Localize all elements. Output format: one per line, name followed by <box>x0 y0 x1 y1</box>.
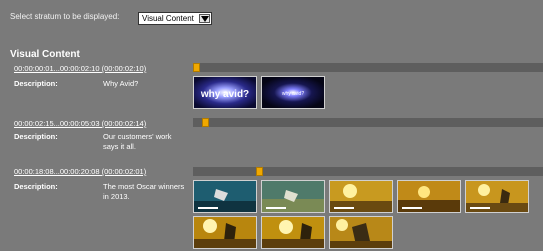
clip-thumbnail[interactable] <box>193 180 257 213</box>
timeline-marker[interactable] <box>256 167 263 176</box>
description-label: Description: <box>14 79 58 88</box>
timeline-marker[interactable] <box>202 118 209 127</box>
clip-thumbnail[interactable] <box>397 180 461 213</box>
stratum-label: Select stratum to be displayed: <box>10 12 120 21</box>
timeline-marker[interactable] <box>193 63 200 72</box>
clip-thumbnail[interactable]: why avid? <box>261 76 325 109</box>
clip-timecode-link[interactable]: 00:00:00:01...00:00:02:10 (00:00:02:10) <box>14 64 146 73</box>
description-label: Description: <box>14 182 58 191</box>
thumb-overlay-text: why avid? <box>282 91 304 97</box>
clip-description: Why Avid? <box>103 79 139 88</box>
stratum-select-value: Visual Content <box>142 14 194 23</box>
clip-description: The most Oscar winners in 2013. <box>103 182 185 201</box>
clip-thumbnail[interactable] <box>193 216 257 249</box>
clip-thumbnail[interactable] <box>261 216 325 249</box>
clip-timeline[interactable] <box>193 118 543 127</box>
stratum-select[interactable]: Visual Content <box>138 12 212 25</box>
clip-thumbnail[interactable] <box>329 180 393 213</box>
clip-thumbnail[interactable]: why avid? <box>193 76 257 109</box>
thumb-overlay-text: why avid? <box>200 89 249 100</box>
clip-thumbnail[interactable] <box>329 216 393 249</box>
clip-description: Our customers' work says it all. <box>103 132 172 151</box>
clip-timeline[interactable] <box>193 63 543 72</box>
clip-thumbnail[interactable] <box>465 180 529 213</box>
clip-timecode-link[interactable]: 00:00:02:15...00:00:05:03 (00:00:02:14) <box>14 119 146 128</box>
clip-timecode-link[interactable]: 00:00:18:08...00:00:20:08 (00:00:02:01) <box>14 167 146 176</box>
clip-timeline[interactable] <box>193 167 543 176</box>
section-title: Visual Content <box>10 49 80 60</box>
chevron-down-icon[interactable] <box>199 14 210 23</box>
clip-thumbnail[interactable] <box>261 180 325 213</box>
description-label: Description: <box>14 132 58 141</box>
